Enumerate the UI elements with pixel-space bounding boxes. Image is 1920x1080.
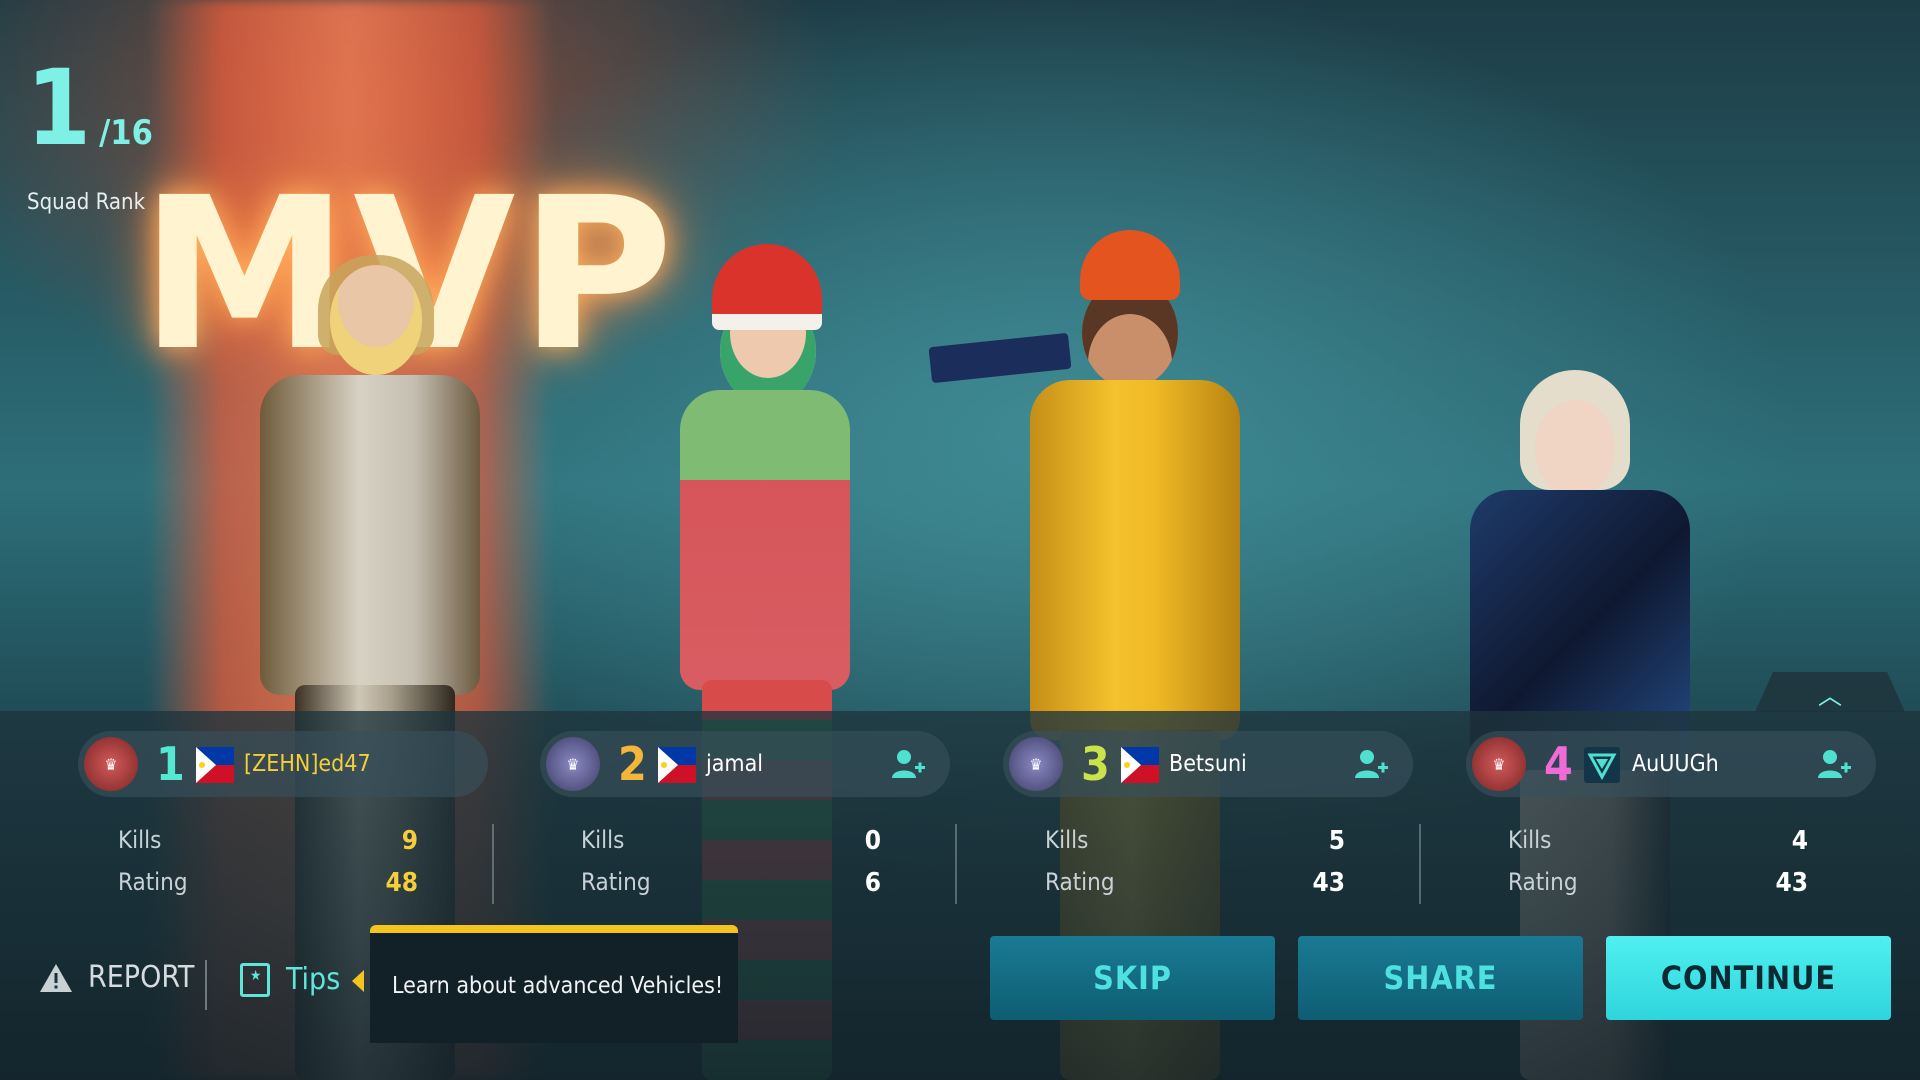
add-friend-icon[interactable] <box>888 745 928 783</box>
footer-divider <box>205 960 207 1010</box>
kills-value: 5 <box>1328 826 1345 856</box>
player-card-2: ♛ 2 jamal <box>540 731 950 797</box>
squad-rank-total: /16 <box>99 113 153 153</box>
philippines-flag-icon <box>658 747 696 783</box>
skip-button[interactable]: SKIP <box>990 936 1275 1020</box>
player-position: 4 <box>1544 737 1573 791</box>
player-name: AuUUGh <box>1632 751 1719 777</box>
kills-label: Kills <box>581 826 625 854</box>
kills-value: 9 <box>401 826 418 856</box>
stats-divider <box>1419 824 1421 904</box>
player-name: [ZEHN]ed47 <box>244 751 371 777</box>
rank-emblem-icon: ♛ <box>1472 737 1526 791</box>
report-button[interactable]: REPORT <box>38 960 194 995</box>
squad-rank-label: Squad Rank <box>27 190 146 215</box>
warning-icon <box>38 962 74 994</box>
player-name: Betsuni <box>1169 751 1247 777</box>
tips-label: Tips <box>286 962 341 997</box>
squad-rank-position: 1 <box>26 47 92 169</box>
philippines-flag-icon <box>1121 747 1159 783</box>
kills-value: 0 <box>864 826 881 856</box>
player-3-stats: Kills 5 Rating 43 <box>1045 818 1345 908</box>
rating-label: Rating <box>118 868 188 896</box>
player-position: 1 <box>156 737 185 791</box>
player-1-stats: Kills 9 Rating 48 <box>118 818 418 908</box>
report-label: REPORT <box>88 960 195 995</box>
kills-label: Kills <box>1508 826 1552 854</box>
philippines-flag-icon <box>196 747 234 783</box>
rating-value: 48 <box>385 868 418 898</box>
kills-value: 4 <box>1791 826 1808 856</box>
player-4-stats: Kills 4 Rating 43 <box>1508 818 1808 908</box>
team-logo-icon <box>1584 747 1622 783</box>
share-button[interactable]: SHARE <box>1298 936 1583 1020</box>
tips-book-icon <box>240 962 270 997</box>
rank-emblem-icon: ♛ <box>1009 737 1063 791</box>
rating-value: 43 <box>1775 868 1808 898</box>
continue-button[interactable]: CONTINUE <box>1606 936 1891 1020</box>
expand-panel-button[interactable]: ︿ <box>1755 672 1905 712</box>
tooltip-pointer <box>352 970 364 992</box>
player-card-4: ♛ 4 AuUUGh <box>1466 731 1876 797</box>
rating-label: Rating <box>1508 868 1578 896</box>
chevron-up-icon: ︿ <box>1818 682 1842 710</box>
rating-label: Rating <box>1045 868 1115 896</box>
player-card-1: ♛ 1 [ZEHN]ed47 <box>78 731 488 797</box>
kills-label: Kills <box>118 826 162 854</box>
stats-divider <box>492 824 494 904</box>
rating-value: 43 <box>1312 868 1345 898</box>
tips-button[interactable]: Tips <box>240 962 340 997</box>
player-name: jamal <box>706 751 764 777</box>
rank-emblem-icon: ♛ <box>546 737 600 791</box>
tip-text: Learn about advanced Vehicles! <box>392 973 724 999</box>
player-position: 3 <box>1081 737 1110 791</box>
tip-tooltip: Learn about advanced Vehicles! <box>370 925 738 1043</box>
kills-label: Kills <box>1045 826 1089 854</box>
player-2-stats: Kills 0 Rating 6 <box>581 818 881 908</box>
stats-divider <box>955 824 957 904</box>
add-friend-icon[interactable] <box>1814 745 1854 783</box>
player-card-3: ♛ 3 Betsuni <box>1003 731 1413 797</box>
rating-label: Rating <box>581 868 651 896</box>
rank-emblem-icon: ♛ <box>84 737 138 791</box>
player-position: 2 <box>618 737 647 791</box>
add-friend-icon[interactable] <box>1351 745 1391 783</box>
rating-value: 6 <box>864 868 881 898</box>
squad-rank: 1/16 <box>26 56 153 160</box>
